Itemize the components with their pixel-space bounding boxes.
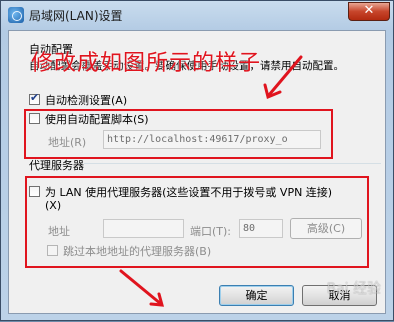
arrow-to-proxy-box [119, 269, 163, 306]
lan-settings-dialog: 局域网(LAN)设置 ✕ 自动配置 自动配置会覆盖手动设置。要确保使用手动设置，… [0, 0, 394, 321]
watermark: Bai 经验 [326, 281, 381, 297]
arrow-to-script-box [267, 55, 303, 97]
annotation-arrows [119, 55, 303, 307]
